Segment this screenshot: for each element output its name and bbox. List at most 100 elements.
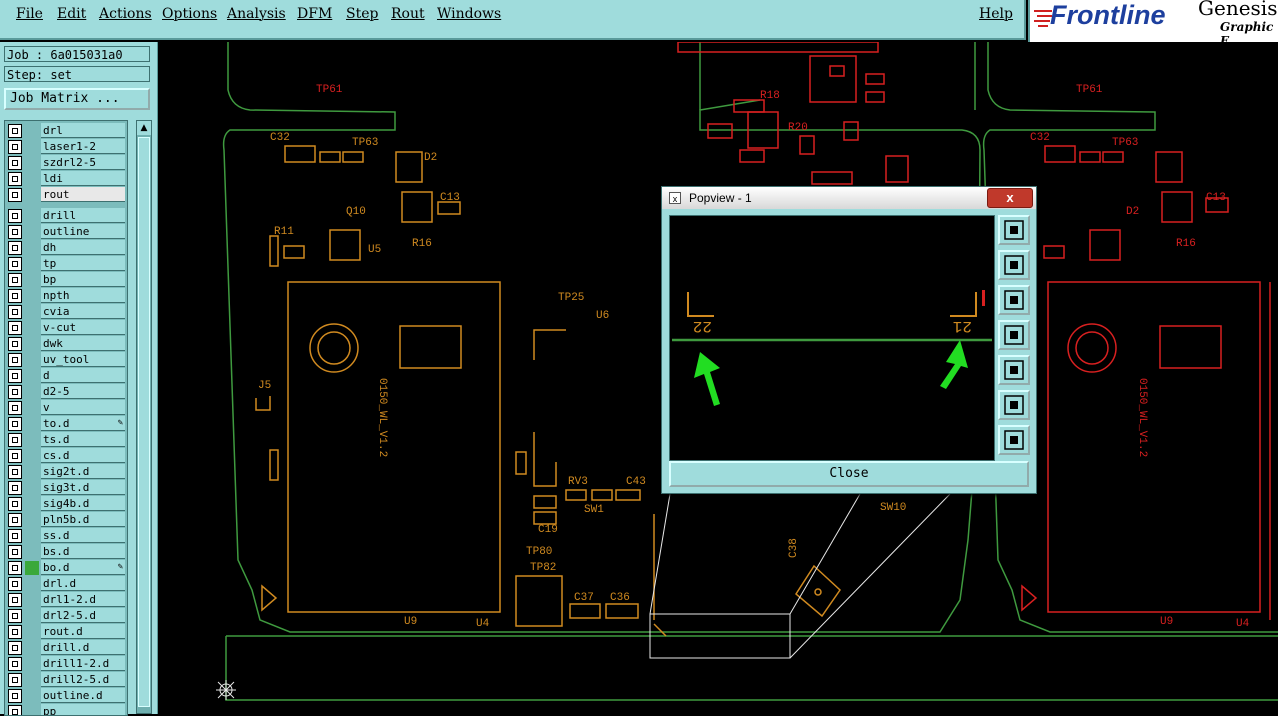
layer-color-slot[interactable] xyxy=(25,140,39,154)
pan-right-icon[interactable] xyxy=(998,355,1030,385)
layer-row[interactable]: rout.d xyxy=(5,624,127,640)
layer-color-slot[interactable] xyxy=(25,465,39,479)
pan-left-icon[interactable] xyxy=(998,320,1030,350)
layer-row[interactable]: laser1-2 xyxy=(5,139,127,155)
layer-row[interactable]: v-cut xyxy=(5,320,127,336)
layer-color-slot[interactable] xyxy=(25,689,39,703)
layer-checkbox[interactable] xyxy=(8,321,22,335)
layer-row[interactable]: rout xyxy=(5,187,127,203)
layer-name[interactable]: v xyxy=(41,400,125,415)
layer-checkbox[interactable] xyxy=(8,353,22,367)
layer-name[interactable]: drill1-2.d xyxy=(41,656,125,671)
layer-checkbox[interactable] xyxy=(8,689,22,703)
layer-color-slot[interactable] xyxy=(25,529,39,543)
layer-name[interactable]: d2-5 xyxy=(41,384,125,399)
layer-checkbox[interactable] xyxy=(8,140,22,154)
layer-checkbox[interactable] xyxy=(8,273,22,287)
layer-row[interactable]: bs.d xyxy=(5,544,127,560)
layer-color-slot[interactable] xyxy=(25,124,39,138)
layer-color-slot[interactable] xyxy=(25,561,39,575)
layer-name[interactable]: outline xyxy=(41,224,125,239)
menu-options[interactable]: Options xyxy=(162,6,217,22)
layer-row[interactable]: drl2-5.d xyxy=(5,608,127,624)
layer-name[interactable]: szdrl2-5 xyxy=(41,155,125,170)
menu-analysis[interactable]: Analysis xyxy=(227,6,286,22)
layer-color-slot[interactable] xyxy=(25,609,39,623)
layer-color-slot[interactable] xyxy=(25,289,39,303)
menu-dfm[interactable]: DFM xyxy=(297,6,332,22)
menu-rout[interactable]: Rout xyxy=(391,6,425,22)
menu-help[interactable]: Help xyxy=(979,6,1013,22)
layer-row[interactable]: pln5b.d xyxy=(5,512,127,528)
layer-checkbox[interactable] xyxy=(8,337,22,351)
layer-color-slot[interactable] xyxy=(25,673,39,687)
layer-name[interactable]: outline.d xyxy=(41,688,125,703)
layer-color-slot[interactable] xyxy=(25,657,39,671)
layer-checkbox[interactable] xyxy=(8,433,22,447)
layer-checkbox[interactable] xyxy=(8,481,22,495)
layer-name[interactable]: drl.d xyxy=(41,576,125,591)
layer-row[interactable]: v xyxy=(5,400,127,416)
zoom-fit-icon[interactable] xyxy=(998,390,1030,420)
layer-name[interactable]: pp xyxy=(41,704,125,715)
layer-checkbox[interactable] xyxy=(8,156,22,170)
layer-row[interactable]: szdrl2-5 xyxy=(5,155,127,171)
layer-color-slot[interactable] xyxy=(25,577,39,591)
layer-checkbox[interactable] xyxy=(8,124,22,138)
layer-checkbox[interactable] xyxy=(8,545,22,559)
layer-color-slot[interactable] xyxy=(25,241,39,255)
layer-checkbox[interactable] xyxy=(8,257,22,271)
menu-actions[interactable]: Actions xyxy=(99,6,152,22)
layer-row[interactable]: ts.d xyxy=(5,432,127,448)
layer-checkbox[interactable] xyxy=(8,529,22,543)
layer-row[interactable]: dwk xyxy=(5,336,127,352)
layer-checkbox[interactable] xyxy=(8,188,22,202)
layer-checkbox[interactable] xyxy=(8,401,22,415)
layer-row[interactable]: outline xyxy=(5,224,127,240)
layer-row[interactable]: drl1-2.d xyxy=(5,592,127,608)
layer-row[interactable]: cs.d xyxy=(5,448,127,464)
layer-checkbox[interactable] xyxy=(8,385,22,399)
layer-checkbox[interactable] xyxy=(8,513,22,527)
layer-color-slot[interactable] xyxy=(25,545,39,559)
layer-color-slot[interactable] xyxy=(25,385,39,399)
layer-checkbox[interactable] xyxy=(8,289,22,303)
layer-row[interactable]: ss.d xyxy=(5,528,127,544)
layer-row[interactable]: dh xyxy=(5,240,127,256)
layer-name[interactable]: tp xyxy=(41,256,125,271)
layer-name[interactable]: to.d ✎ xyxy=(41,416,125,431)
scroll-up-arrow-icon[interactable]: ▲ xyxy=(137,121,151,135)
layer-color-slot[interactable] xyxy=(25,172,39,186)
layer-checkbox[interactable] xyxy=(8,593,22,607)
menu-step[interactable]: Step xyxy=(346,6,378,22)
layer-row[interactable]: bo.d ✎ xyxy=(5,560,127,576)
layer-checkbox[interactable] xyxy=(8,369,22,383)
layer-name[interactable]: cvia xyxy=(41,304,125,319)
layer-color-slot[interactable] xyxy=(25,257,39,271)
layer-color-slot[interactable] xyxy=(25,593,39,607)
layer-row[interactable]: to.d ✎ xyxy=(5,416,127,432)
layer-name[interactable]: v-cut xyxy=(41,320,125,335)
layer-checkbox[interactable] xyxy=(8,417,22,431)
layer-color-slot[interactable] xyxy=(25,305,39,319)
layer-row[interactable]: ldi xyxy=(5,171,127,187)
layer-color-slot[interactable] xyxy=(25,401,39,415)
job-matrix-button[interactable]: Job Matrix ... xyxy=(4,88,150,110)
layer-color-slot[interactable] xyxy=(25,353,39,367)
layer-name[interactable]: bs.d xyxy=(41,544,125,559)
layer-row[interactable]: drill2-5.d xyxy=(5,672,127,688)
layer-checkbox[interactable] xyxy=(8,705,22,715)
layer-name[interactable]: drill xyxy=(41,208,125,223)
layer-row[interactable]: sig2t.d xyxy=(5,464,127,480)
layer-name[interactable]: rout xyxy=(41,187,125,202)
layer-color-slot[interactable] xyxy=(25,417,39,431)
layer-color-slot[interactable] xyxy=(25,369,39,383)
layer-name[interactable]: laser1-2 xyxy=(41,139,125,154)
layer-row[interactable]: drill1-2.d xyxy=(5,656,127,672)
layer-color-slot[interactable] xyxy=(25,188,39,202)
layer-checkbox[interactable] xyxy=(8,609,22,623)
layer-checkbox[interactable] xyxy=(8,657,22,671)
layer-checkbox[interactable] xyxy=(8,561,22,575)
layer-checkbox[interactable] xyxy=(8,497,22,511)
layer-name[interactable]: sig4b.d xyxy=(41,496,125,511)
